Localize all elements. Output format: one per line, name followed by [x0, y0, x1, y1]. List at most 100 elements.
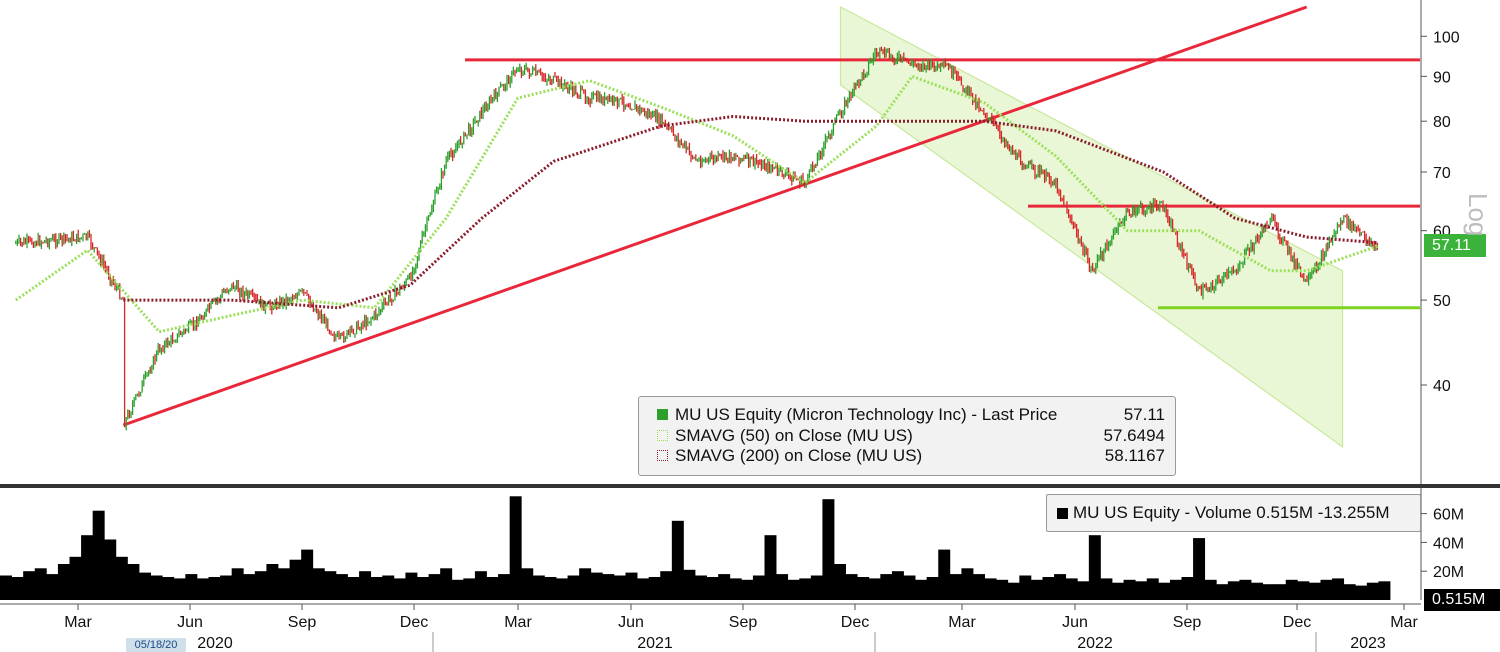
volume-bar [706, 577, 719, 600]
volume-bar [532, 575, 545, 600]
volume-bar [1169, 579, 1182, 600]
legend-row-sma50: SMAVG (50) on Close (MU US) 57.6494 [649, 426, 1165, 446]
volume-bar [810, 575, 823, 600]
volume-bar [544, 577, 557, 600]
volume-bar [787, 579, 800, 600]
volume-bar [150, 575, 163, 600]
volume-bar [139, 572, 151, 600]
month-label: Mar [504, 614, 532, 631]
legend-price-label: MU US Equity (Micron Technology Inc) - L… [675, 405, 1058, 424]
volume-bar [602, 574, 615, 600]
date-stamp: 05/18/20 [126, 638, 186, 652]
volume-bar [660, 571, 673, 600]
volume-bar [949, 574, 962, 600]
volume-bar [1065, 578, 1078, 600]
volume-bar [1355, 585, 1368, 600]
price-tick-label: 90 [1433, 69, 1451, 86]
volume-bar [718, 574, 731, 600]
price-pane [14, 5, 1420, 449]
stock-chart: 40506070809010020M40M60MMar Jun Sep Dec Mar J… [0, 0, 1500, 652]
legend-sma50-label: SMAVG (50) on Close (MU US) [675, 426, 913, 445]
volume-bar [857, 577, 870, 600]
volume-bar [486, 577, 499, 600]
volume-bar [1112, 582, 1124, 600]
volume-bar [347, 577, 360, 600]
volume-bar [474, 571, 487, 600]
volume-bar [266, 564, 279, 600]
volume-bar [359, 571, 372, 600]
price-legend: MU US Equity (Micron Technology Inc) - L… [638, 396, 1176, 476]
volume-bar [428, 574, 441, 600]
year-label: 2022 [1077, 635, 1113, 652]
sma200-swatch [657, 450, 668, 461]
volume-bar [625, 572, 638, 600]
volume-bar [729, 578, 742, 600]
volume-bar [764, 535, 777, 600]
volume-legend: MU US Equity - Volume 0.515M -13.255M [1046, 494, 1421, 532]
volume-bar [278, 568, 290, 600]
volume-bar [1193, 538, 1206, 600]
volume-bar [741, 579, 754, 600]
month-label: Dec [1283, 614, 1311, 631]
volume-bar [1227, 581, 1240, 600]
legend-sma50-value: 57.6494 [1103, 426, 1165, 445]
volume-bar [254, 571, 267, 600]
volume-bar [567, 575, 580, 600]
volume-bar [996, 579, 1009, 600]
volume-bar [776, 574, 789, 600]
volume-bar [938, 549, 951, 600]
volume-tick-label: 20M [1433, 564, 1464, 581]
volume-bar [613, 575, 626, 600]
volume-bar [648, 577, 661, 600]
volume-bar [1123, 579, 1136, 600]
volume-bar [915, 579, 928, 600]
volume-bar [1320, 579, 1333, 600]
price-tick-label: 100 [1433, 29, 1460, 46]
volume-bar [521, 568, 534, 600]
volume-bar [1100, 578, 1113, 600]
volume-bar [208, 577, 221, 600]
month-label: Jun [177, 614, 203, 631]
volume-bar [637, 578, 650, 600]
volume-bar [1216, 584, 1229, 600]
volume-bar [1366, 582, 1379, 600]
volume-bar [1308, 582, 1321, 600]
volume-bar [509, 496, 522, 600]
volume-bar [868, 578, 881, 600]
volume-bar [1135, 581, 1148, 600]
volume-bar [196, 578, 209, 600]
volume-bar [463, 578, 476, 600]
month-label: Mar [1390, 614, 1418, 631]
volume-bar [1007, 582, 1020, 600]
volume-bar [1251, 582, 1263, 600]
month-label: Jun [618, 614, 644, 631]
last-price-tag: 57.11 [1424, 234, 1486, 257]
volume-bar [451, 579, 464, 600]
volume-bar [1274, 584, 1287, 600]
volume-bar [845, 574, 858, 600]
volume-bar [498, 574, 511, 600]
volume-bar [81, 535, 94, 600]
last-volume-tag: 0.515M [1424, 589, 1500, 611]
volume-bar [1204, 579, 1217, 600]
volume-bar [46, 574, 59, 600]
volume-bar [11, 577, 24, 600]
volume-bar [683, 569, 696, 600]
volume-bar [1285, 579, 1298, 600]
month-label: Mar [64, 614, 92, 631]
volume-tick-label: 60M [1433, 507, 1464, 524]
legend-sma200-value: 58.1167 [1104, 446, 1165, 465]
volume-bar [69, 556, 82, 600]
sma50-swatch [657, 430, 668, 441]
volume-bar [556, 578, 568, 600]
month-label: Sep [288, 614, 317, 631]
volume-bar [1019, 575, 1032, 600]
volume-bar [115, 556, 128, 600]
legend-row-price: MU US Equity (Micron Technology Inc) - L… [649, 405, 1165, 425]
volume-bar [231, 568, 244, 600]
price-tick-label: 80 [1433, 114, 1451, 131]
volume-bar [1332, 578, 1345, 600]
month-label: Sep [729, 614, 758, 631]
volume-bar [695, 575, 707, 600]
volume-bar [834, 564, 846, 600]
